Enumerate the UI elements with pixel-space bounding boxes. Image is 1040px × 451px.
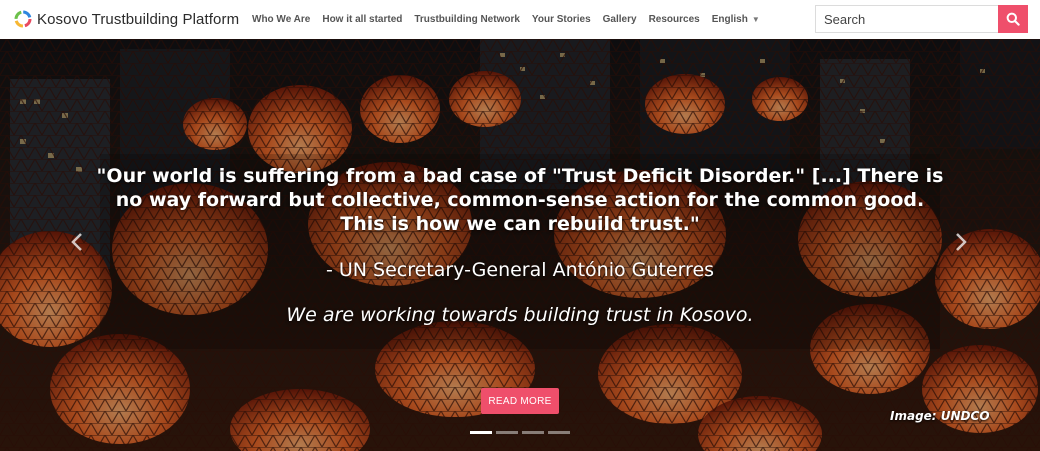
ring-logo-icon <box>14 10 32 28</box>
chevron-right-icon <box>956 233 967 251</box>
carousel-next-button[interactable] <box>950 229 972 255</box>
nav-item-your-stories[interactable]: Your Stories <box>532 14 591 25</box>
carousel-indicator-2[interactable] <box>496 431 518 434</box>
nav-item-trustbuilding-network[interactable]: Trustbuilding Network <box>414 14 520 25</box>
chevron-left-icon <box>71 233 82 251</box>
brand-name: Kosovo Trustbuilding Platform <box>37 10 240 28</box>
image-credit: Image: UNDCO <box>890 409 990 423</box>
nav-item-who-we-are[interactable]: Who We Are <box>252 14 310 25</box>
caret-down-icon: ▼ <box>751 15 760 24</box>
nav-item-how-it-all-started[interactable]: How it all started <box>322 14 402 25</box>
carousel-indicator-1[interactable] <box>470 431 492 434</box>
quote-attribution: - UN Secretary-General António Guterres <box>325 259 715 281</box>
nav-item-resources[interactable]: Resources <box>649 14 700 25</box>
carousel-indicator-3[interactable] <box>522 431 544 434</box>
hero-quote: "Our world is suffering from a bad case … <box>96 165 944 235</box>
brand[interactable]: Kosovo Trustbuilding Platform <box>13 9 239 29</box>
carousel-indicators <box>470 431 574 434</box>
read-more-button[interactable]: READ MORE <box>481 388 559 414</box>
top-navbar: Kosovo Trustbuilding Platform Who We Are… <box>0 0 1040 39</box>
hero-carousel: "Our world is suffering from a bad case … <box>0 39 1040 451</box>
search-button[interactable] <box>998 5 1028 33</box>
carousel-indicator-4[interactable] <box>548 431 570 434</box>
search-icon <box>1006 12 1020 26</box>
hero-tagline: We are working towards building trust in… <box>286 304 754 326</box>
carousel-prev-button[interactable] <box>66 229 88 255</box>
nav-item-gallery[interactable]: Gallery <box>603 14 637 25</box>
search-input[interactable] <box>815 5 998 33</box>
main-nav: Who We Are How it all started Trustbuild… <box>252 0 772 39</box>
language-selector[interactable]: English ▼ <box>712 14 760 25</box>
language-label: English <box>711 14 748 25</box>
